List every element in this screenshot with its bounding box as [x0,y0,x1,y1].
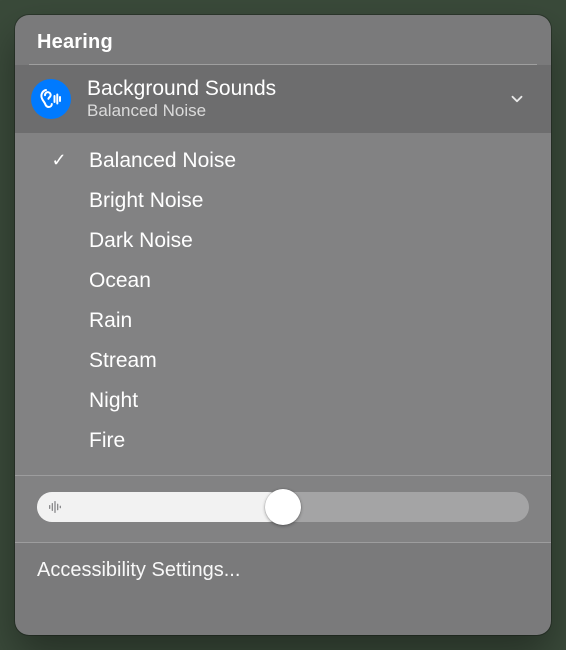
sound-option-label: Balanced Noise [89,149,236,173]
sound-option[interactable]: Stream [15,341,551,381]
background-sounds-texts: Background Sounds Balanced Noise [87,77,505,121]
sound-options-list: ✓ Balanced Noise Bright Noise Dark Noise Oce… [15,133,551,476]
sound-option-label: Rain [89,309,132,333]
sound-option[interactable]: Fire [15,421,551,461]
sound-option[interactable]: Rain [15,301,551,341]
hearing-panel: Hearing Background Sounds Balanced Noise… [15,15,551,635]
sound-option-label: Dark Noise [89,229,193,253]
sound-option[interactable]: ✓ Balanced Noise [15,141,551,181]
sound-option[interactable]: Bright Noise [15,181,551,221]
sound-option[interactable]: Ocean [15,261,551,301]
panel-header: Hearing [15,15,551,64]
sound-option-label: Bright Noise [89,189,203,213]
ear-icon [31,79,71,119]
sound-option-label: Fire [89,429,125,453]
background-sounds-row[interactable]: Background Sounds Balanced Noise [15,65,551,133]
background-sounds-title: Background Sounds [87,77,505,101]
panel-footer: Accessibility Settings... [15,543,551,598]
sound-option[interactable]: Dark Noise [15,221,551,261]
check-icon: ✓ [39,150,79,171]
sound-wave-icon [47,499,63,515]
volume-slider[interactable] [37,490,529,524]
sound-option[interactable]: Night [15,381,551,421]
sound-option-label: Stream [89,349,157,373]
panel-title: Hearing [37,31,529,54]
sound-option-label: Night [89,389,138,413]
accessibility-settings-link[interactable]: Accessibility Settings... [37,559,529,582]
background-sounds-subtitle: Balanced Noise [87,102,505,121]
chevron-down-icon[interactable] [505,87,529,111]
slider-fill [37,492,283,522]
sound-option-label: Ocean [89,269,151,293]
slider-thumb[interactable] [265,489,301,525]
volume-slider-wrap [15,476,551,543]
